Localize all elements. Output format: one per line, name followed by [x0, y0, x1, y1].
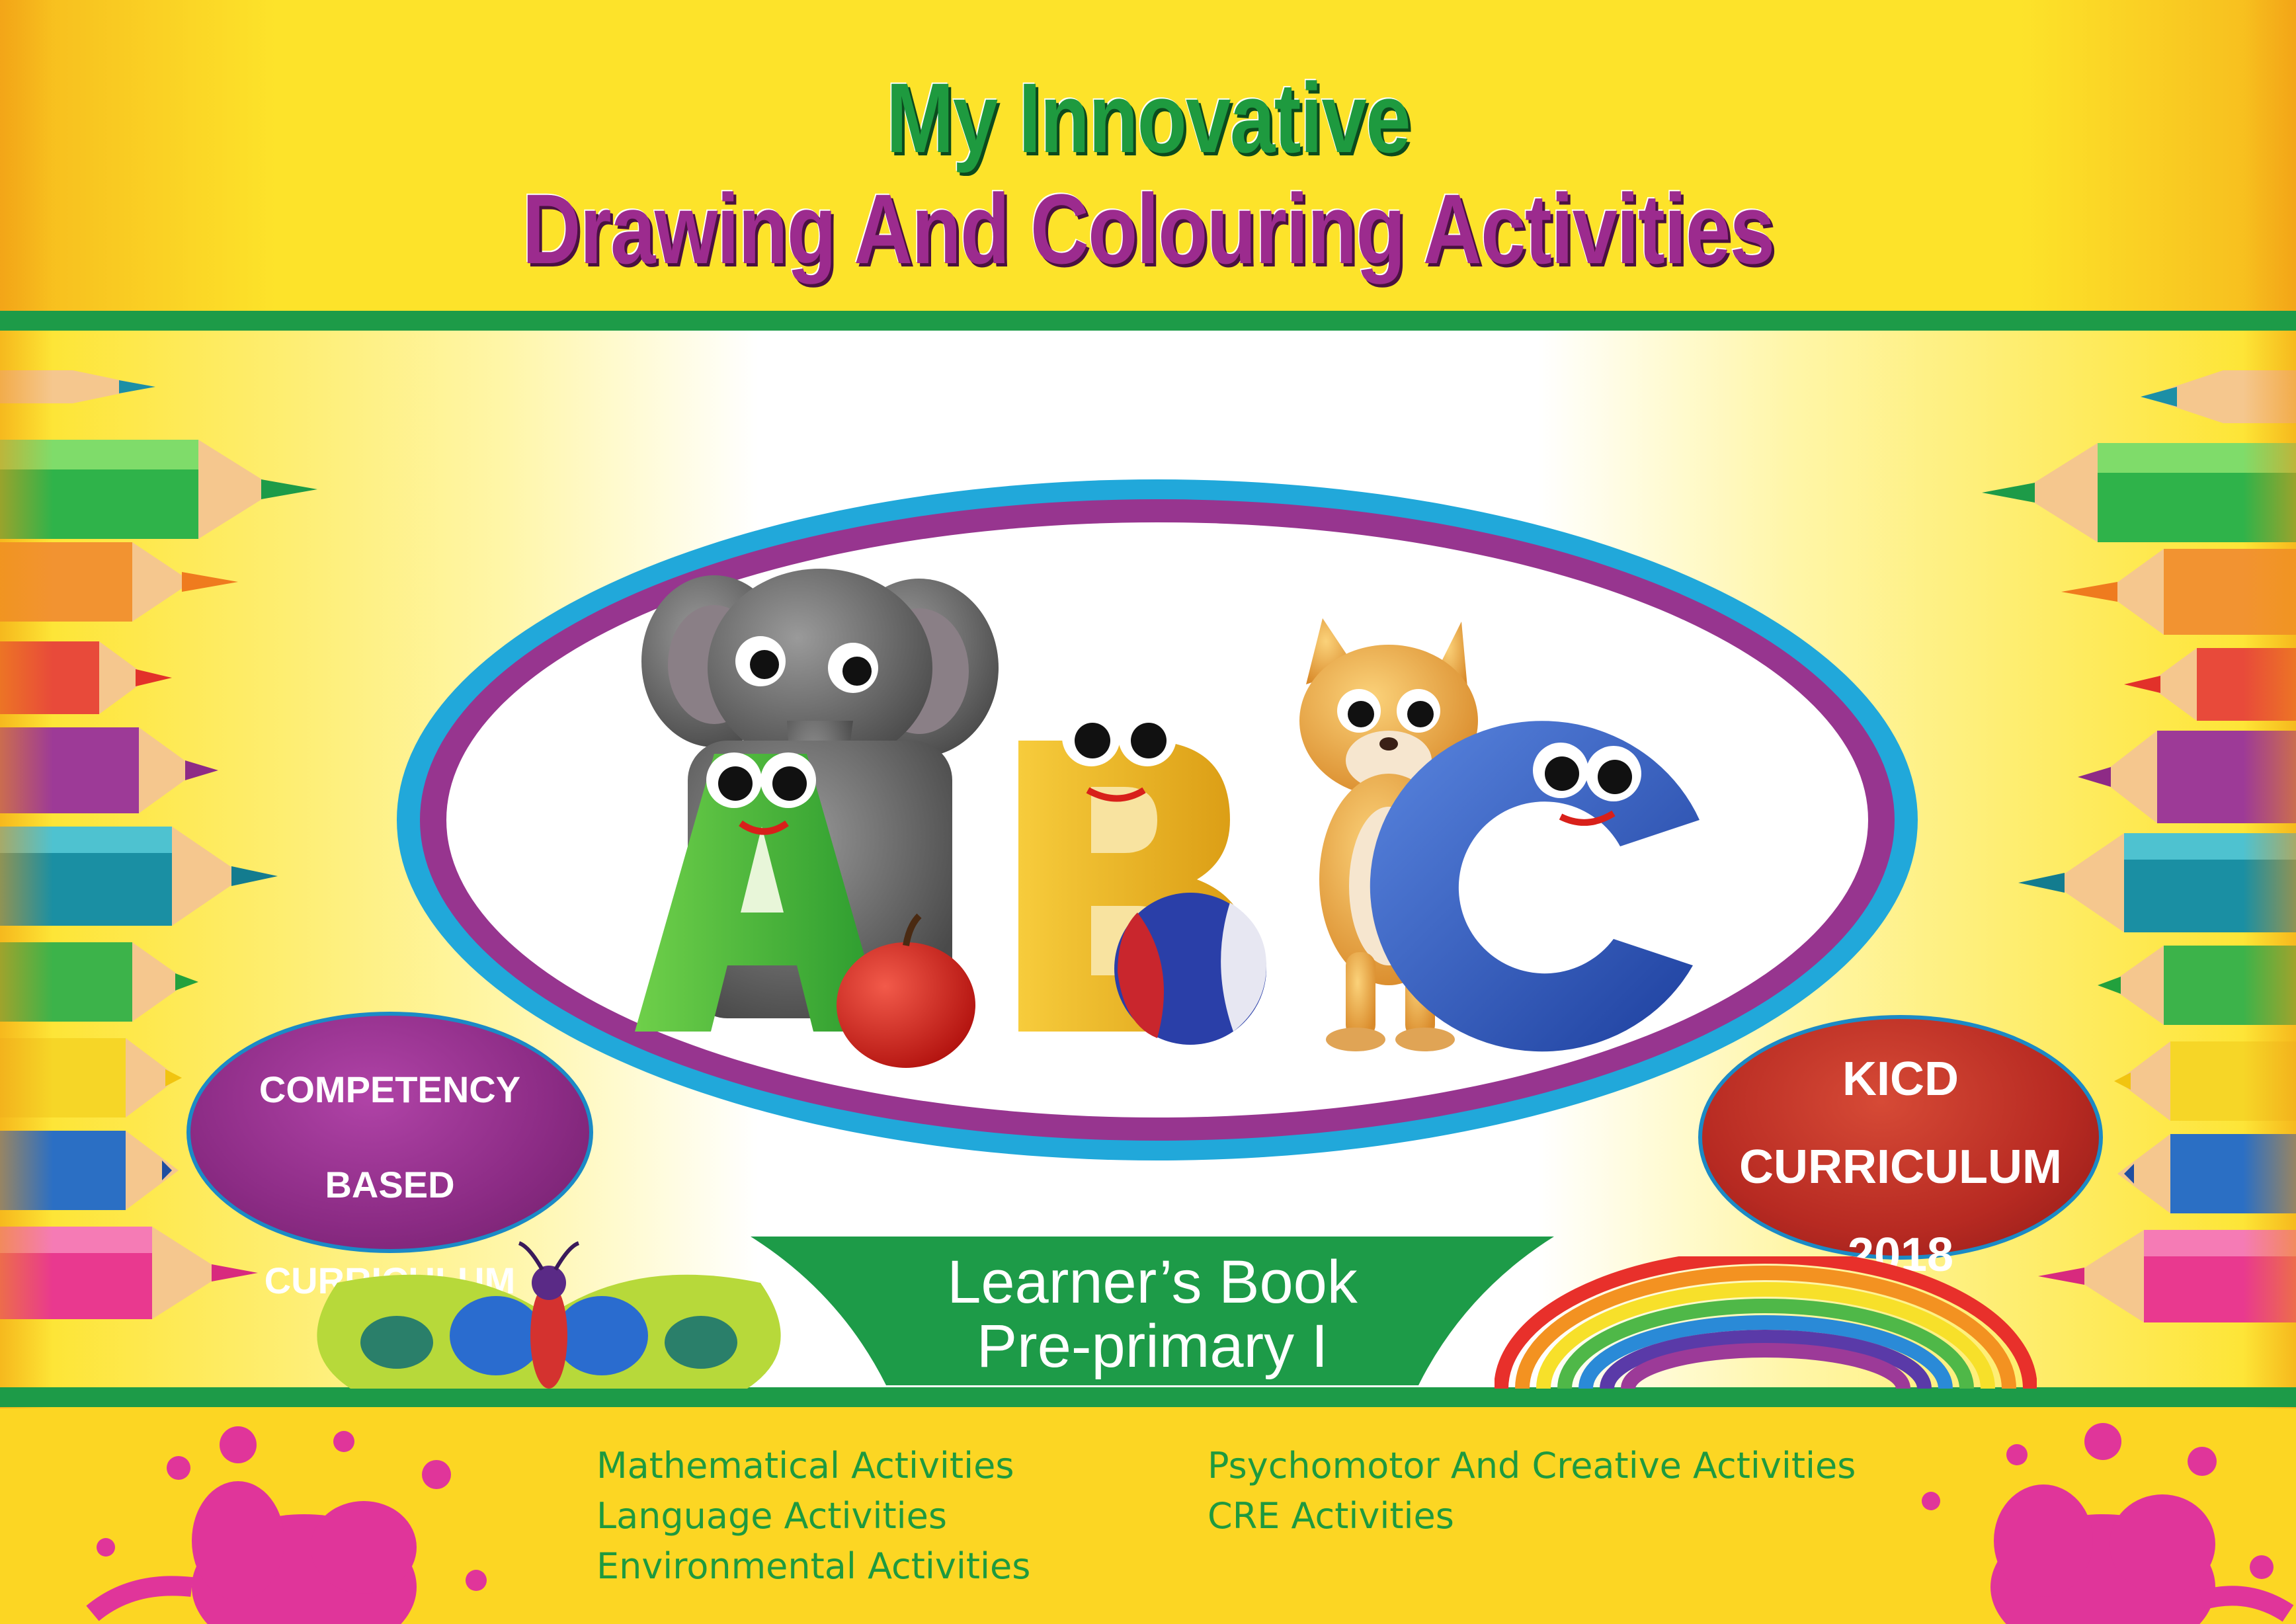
top-green-stripe: [0, 311, 2296, 331]
subject-item: Environmental Activities: [596, 1545, 1031, 1587]
subject-item: Mathematical Activities: [596, 1445, 1014, 1486]
badge-right-line-1: KICD: [1842, 1053, 1959, 1106]
book-type: Learner’s Book: [947, 1248, 1358, 1316]
butterfly-icon: [317, 1241, 781, 1389]
title-line-1: My Innovative: [885, 62, 1411, 173]
subject-item: Psychomotor And Creative Activities: [1208, 1445, 1856, 1486]
badge-right-line-2: CURRICULUM: [1739, 1140, 2062, 1194]
ball-icon: [1114, 893, 1266, 1045]
learner-banner: Learner’s Book Pre-primary I: [751, 1233, 1554, 1385]
subject-item: CRE Activities: [1208, 1495, 1454, 1537]
right-edge-shade: [2243, 0, 2296, 1624]
badge-left-line-1: COMPETENCY: [259, 1069, 521, 1110]
badge-left-line-2: BASED: [325, 1164, 455, 1206]
subject-item: Language Activities: [596, 1495, 948, 1537]
paint-splash-right-icon: [1922, 1423, 2294, 1624]
competency-badge: COMPETENCY BASED CURRICULUM: [186, 1012, 593, 1301]
kicd-badge: KICD CURRICULUM 2018: [1698, 1015, 2103, 1281]
title-line-2: Drawing And Colouring Activities: [522, 173, 1775, 284]
abc-illustration: [635, 569, 1700, 1068]
left-edge-shade: [0, 0, 53, 1624]
paint-splash-left-icon: [86, 1426, 487, 1624]
book-level: Pre-primary I: [976, 1313, 1329, 1380]
letter-c-icon: [1370, 721, 1700, 1052]
rainbow-icon: [1495, 1256, 2037, 1389]
